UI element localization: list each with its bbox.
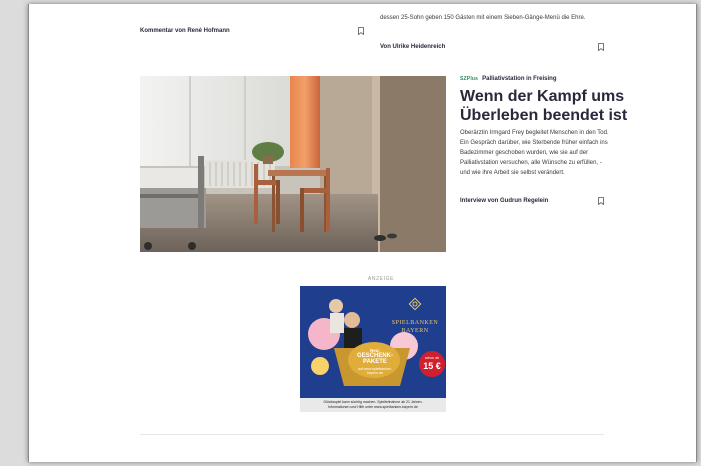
top-right-byline[interactable]: Von Ulrike Heidenreich (380, 44, 445, 50)
ad-price-prefix: schon ab (424, 356, 440, 360)
bookmark-icon[interactable] (358, 27, 364, 35)
ad-footer-line-1: Glücksspiel kann süchtig machen. Spielte… (323, 400, 423, 404)
ad-footer-line-2: Informationen und Hilfe unter www.spielb… (328, 405, 418, 409)
top-left-byline[interactable]: Kommentar von René Hofmann (140, 28, 230, 34)
ad-gift-subtitle: auf www.spielbanken-bayern.de (357, 367, 393, 375)
article-teaser[interactable]: Oberärztin Irmgard Frey begleitet Mensch… (460, 128, 610, 178)
ad-banner[interactable]: SPIELBANKEN BAYERN Neu: GESCHENK-PAKETE … (300, 286, 446, 412)
section-divider (140, 434, 604, 435)
ad-gift-title: GESCHENK-PAKETE (356, 353, 393, 365)
ad-brand-line-1: SPIELBANKEN (391, 320, 439, 326)
sz-plus-badge: SZPlus (460, 76, 479, 82)
article-photo[interactable] (140, 76, 446, 252)
article-kicker[interactable]: SZPlus Palliativstation in Freising (460, 76, 557, 82)
page: Kommentar von René Hofmann dessen 25-Soh… (28, 4, 697, 462)
ad-footer: Glücksspiel kann süchtig machen. Spielte… (300, 398, 446, 412)
headline-line-2: Überleben beendet ist (460, 107, 628, 124)
bookmark-icon[interactable] (598, 197, 604, 205)
top-right-teaser[interactable]: dessen 25-Sohn geben 150 Gästen mit eine… (380, 14, 608, 23)
ad-label: ANZEIGE (367, 276, 395, 282)
article-kicker-text: Palliativstation in Freising (482, 76, 557, 82)
ad-price: 15 € (423, 361, 441, 371)
article-headline[interactable]: Wenn der Kampf ums Überleben beendet ist (460, 87, 640, 125)
article-byline[interactable]: Interview von Gudrun Regelein (460, 198, 548, 204)
bookmark-icon[interactable] (598, 43, 604, 51)
page-edge-left (28, 4, 29, 462)
page-edge-right (696, 4, 697, 462)
ad-brand-line-2: BAYERN (401, 328, 429, 334)
headline-line-1: Wenn der Kampf ums (460, 88, 625, 105)
